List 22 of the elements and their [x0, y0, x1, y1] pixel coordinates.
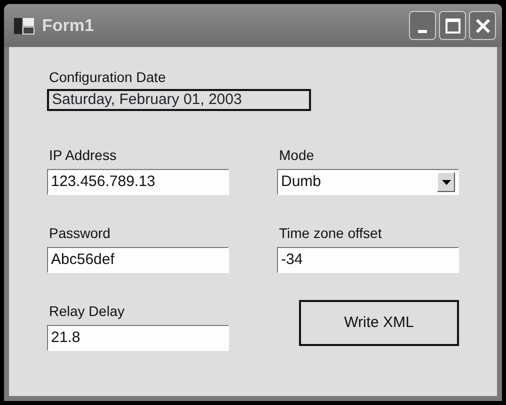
input-field[interactable]: Abc56def	[47, 247, 229, 273]
field-label: Password	[49, 225, 112, 241]
input-field[interactable]: -34	[277, 247, 459, 273]
field-label: Relay Delay	[49, 303, 126, 319]
maximize-button[interactable]	[439, 11, 466, 40]
minimize-button[interactable]	[409, 11, 436, 40]
dropdown-value: Dumb	[281, 172, 322, 192]
date-display: Saturday, February 01, 2003	[47, 89, 311, 111]
app-icon	[14, 16, 36, 36]
write-xml-button[interactable]: Write XML	[299, 300, 459, 346]
input-field[interactable]: 21.8	[47, 325, 229, 351]
window-title: Form1	[42, 14, 95, 37]
field-label: Time zone offset	[279, 225, 383, 241]
input-field[interactable]: 123.456.789.13	[47, 169, 229, 195]
maximize-icon	[444, 18, 460, 34]
field-label: IP Address	[49, 147, 118, 163]
minimize-icon	[418, 30, 427, 33]
dropdown[interactable]: Dumb	[277, 169, 459, 195]
close-icon	[474, 18, 490, 34]
field-label: Mode	[279, 147, 316, 163]
close-button[interactable]	[469, 11, 496, 40]
field-label: Configuration Date	[49, 69, 167, 85]
